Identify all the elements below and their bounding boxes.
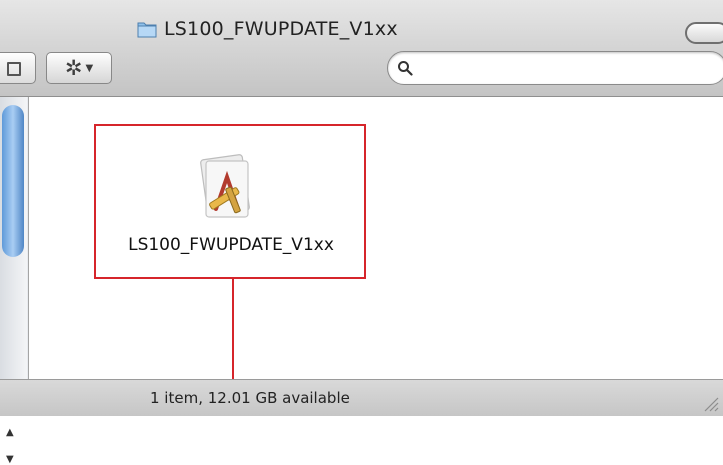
highlight-box <box>94 124 366 279</box>
action-menu-button[interactable]: ✲ ▼ <box>46 52 112 84</box>
search-input[interactable] <box>420 56 704 80</box>
scrollbar-thumb[interactable] <box>2 105 24 257</box>
scroll-up-arrow-icon[interactable]: ▲ <box>6 427 14 438</box>
search-field[interactable] <box>387 51 723 85</box>
status-bar: 1 item, 12.01 GB available <box>0 379 723 416</box>
status-text: 1 item, 12.01 GB available <box>150 389 350 407</box>
sidebar-scrollbar[interactable] <box>0 97 27 379</box>
gear-icon: ✲ <box>64 55 83 80</box>
view-button[interactable] <box>0 52 36 84</box>
sidebar: ▲ ▼ <box>0 97 29 465</box>
resize-grip-icon[interactable] <box>701 394 719 412</box>
window-titlebar: LS100_FWUPDATE_V1xx ✲ ▼ <box>0 0 723 97</box>
folder-icon <box>137 20 157 38</box>
window-title: LS100_FWUPDATE_V1xx <box>164 18 398 40</box>
toolbar-toggle-button[interactable] <box>685 22 723 44</box>
view-icon <box>7 62 21 76</box>
scroll-down-arrow-icon[interactable]: ▼ <box>6 454 14 465</box>
chevron-down-icon: ▼ <box>85 62 94 74</box>
search-icon <box>398 61 413 76</box>
window-title-group: LS100_FWUPDATE_V1xx <box>137 14 398 44</box>
